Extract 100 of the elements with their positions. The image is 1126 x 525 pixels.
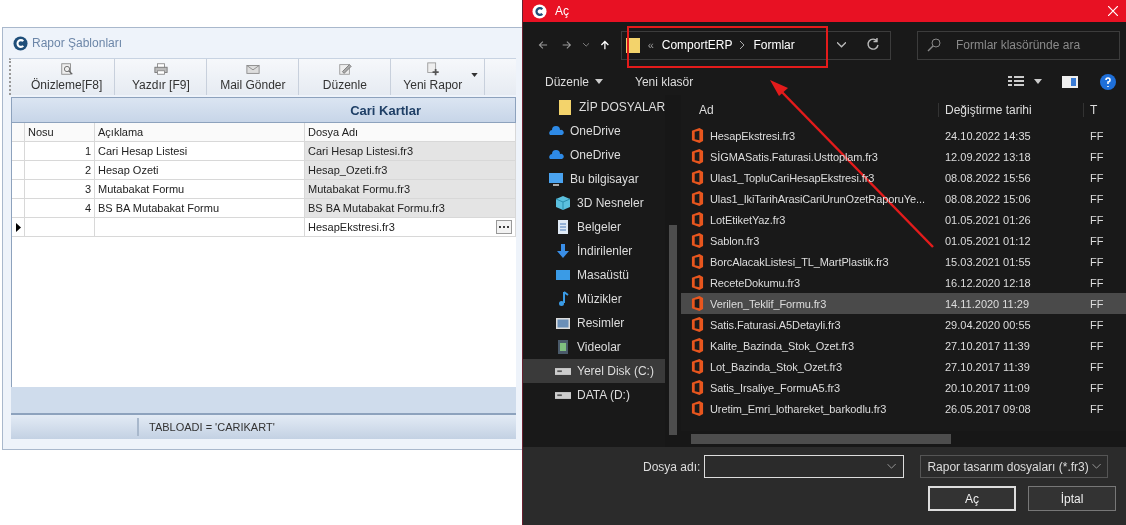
drive-icon <box>555 391 571 399</box>
navigation-item[interactable]: DATA (D:) <box>523 383 681 407</box>
magnifier-icon <box>59 62 74 76</box>
logo-icon <box>13 35 28 51</box>
chevron-down-icon[interactable] <box>582 42 589 48</box>
logo-icon <box>532 3 547 19</box>
cube-icon <box>555 195 571 211</box>
document-icon <box>691 359 704 374</box>
navigation-item[interactable]: İndirilenler <box>523 239 681 263</box>
column-header[interactable]: Dosya Adı <box>305 123 516 141</box>
file-row[interactable]: ReceteDokumu.fr3 16.12.2020 12:18 FF <box>681 272 1126 293</box>
table-cell: HesapEkstresi.fr3 <box>308 221 395 233</box>
navigation-item[interactable]: ZİP DOSYALAR <box>523 95 681 119</box>
chevron-down-icon[interactable] <box>837 42 846 48</box>
chevron-down-icon <box>1092 464 1102 469</box>
table-cell: 2 <box>84 164 91 176</box>
filename-field[interactable] <box>704 455 905 478</box>
navigation-item[interactable]: OneDrive <box>523 119 681 143</box>
document-icon <box>691 191 704 206</box>
table-cell: Hesap_Ozeti.fr3 <box>308 164 388 176</box>
file-row[interactable]: LotEtiketYaz.fr3 01.05.2021 01:26 FF <box>681 209 1126 230</box>
column-header[interactable]: Değiştirme tarihi <box>939 103 1084 117</box>
close-icon[interactable] <box>1108 6 1118 16</box>
navigation-item[interactable]: Bu bilgisayar <box>523 167 681 191</box>
file-row[interactable]: Kalite_Bazinda_Stok_Ozet.fr3 27.10.2017 11:39 FF <box>681 335 1126 356</box>
caret-icon <box>471 73 479 77</box>
column-header[interactable]: Ad <box>681 103 939 117</box>
pencil-icon <box>337 62 352 76</box>
navigation-item[interactable]: Resimler <box>523 311 681 335</box>
file-row[interactable]: BorcAlacakListesi_TL_MartPlastik.fr3 15.03.2021 01:55 FF <box>681 251 1126 272</box>
dialog-button[interactable]: Aç <box>928 486 1016 511</box>
toolbar-button[interactable]: Mail Gönder <box>207 59 300 95</box>
toolbar-button[interactable]: Düzenle <box>299 59 392 95</box>
table-cell: 4 <box>84 202 91 214</box>
caret-icon <box>595 79 604 84</box>
table-cell: BS BA Mutabakat Formu.fr3 <box>308 202 445 214</box>
document-icon <box>691 401 704 416</box>
preview-pane-icon[interactable] <box>1062 75 1078 88</box>
group-header: Cari Kartlar <box>11 97 516 123</box>
forward-arrow-icon[interactable] <box>561 38 572 52</box>
navigation-item[interactable]: Videolar <box>523 335 681 359</box>
table-cell: 1 <box>84 145 91 157</box>
table-cell: Cari Hesap Listesi.fr3 <box>308 145 414 157</box>
help-icon[interactable] <box>1100 73 1116 90</box>
file-row[interactable]: HesapEkstresi.fr3 24.10.2022 14:35 FF <box>681 125 1126 146</box>
dialog-button[interactable]: İptal <box>1028 486 1116 511</box>
table-cell: Hesap Ozeti <box>98 164 159 176</box>
document-icon <box>691 170 704 185</box>
back-arrow-icon[interactable] <box>538 38 548 52</box>
download-arrow-icon <box>555 243 571 259</box>
column-header[interactable]: Açıklama <box>95 123 305 141</box>
chevron-right-icon <box>740 41 746 49</box>
document-icon <box>691 212 704 227</box>
navigation-item[interactable]: Masaüstü <box>523 263 681 287</box>
document-icon <box>691 317 704 332</box>
current-row-icon <box>15 222 21 232</box>
document-icon <box>691 275 704 290</box>
navigation-item[interactable]: 3D Nesneler <box>523 191 681 215</box>
navigation-item[interactable]: OneDrive <box>523 143 681 167</box>
chevron-down-icon <box>887 464 897 469</box>
command-button[interactable]: Düzenle <box>541 74 608 89</box>
navigation-item[interactable]: Belgeler <box>523 215 681 239</box>
column-header[interactable]: T <box>1084 103 1098 117</box>
document-icon <box>691 296 704 311</box>
document-icon <box>691 149 704 164</box>
status-text: TABLOADI = 'CARIKART' <box>149 421 275 433</box>
printer-icon <box>153 62 168 76</box>
search-field[interactable]: Formlar klasöründe ara <box>917 30 1120 60</box>
command-button[interactable]: Yeni klasör <box>631 74 698 89</box>
file-row[interactable]: Satis.Faturasi.A5Detayli.fr3 29.04.2020 00:55 FF <box>681 314 1126 335</box>
drive-icon <box>555 367 571 375</box>
overflow-chevron[interactable]: « <box>647 39 654 51</box>
address-bar[interactable]: « ComportERP Formlar <box>620 30 891 60</box>
search-icon <box>927 37 941 52</box>
file-row[interactable]: Sablon.fr3 01.05.2021 01:12 FF <box>681 230 1126 251</box>
toolbar-button[interactable]: Yazdır [F9] <box>115 59 208 95</box>
view-options-icon[interactable] <box>1008 75 1024 88</box>
toolbar-button[interactable]: Önizleme[F8] <box>19 59 116 95</box>
file-row[interactable]: Uretim_Emri_lothareket_barkodlu.fr3 26.05.2017 09:08 FF <box>681 398 1126 419</box>
monitor-icon <box>548 171 564 187</box>
navigation-item[interactable]: Müzikler <box>523 287 681 311</box>
up-arrow-icon[interactable] <box>599 38 610 52</box>
toolbar-button[interactable]: Yeni Rapor <box>391 59 486 95</box>
table-cell: Mutabakat Formu <box>98 183 185 195</box>
file-row[interactable]: Lot_Bazinda_Stok_Ozet.fr3 27.10.2017 11:39 FF <box>681 356 1126 377</box>
caret-icon[interactable] <box>1034 79 1042 84</box>
breadcrumb-item[interactable]: Formlar <box>753 38 795 52</box>
file-row[interactable]: Verilen_Teklif_Formu.fr3 14.11.2020 11:29 FF <box>681 293 1126 314</box>
table-cell: 3 <box>84 183 91 195</box>
breadcrumb-item[interactable]: ComportERP <box>661 38 733 52</box>
film-icon <box>555 339 571 355</box>
column-header[interactable]: Nosu <box>25 123 95 141</box>
document-icon <box>691 338 704 353</box>
envelope-icon <box>245 62 260 76</box>
refresh-icon[interactable] <box>866 38 880 52</box>
file-type-dropdown[interactable]: Rapor tasarım dosyaları (*.fr3) <box>920 455 1109 478</box>
file-row[interactable]: Satis_Irsaliye_FormuA5.fr3 20.10.2017 11:09 FF <box>681 377 1126 398</box>
picture-icon <box>555 315 571 331</box>
browse-button[interactable] <box>496 220 512 234</box>
document-icon <box>691 254 704 269</box>
